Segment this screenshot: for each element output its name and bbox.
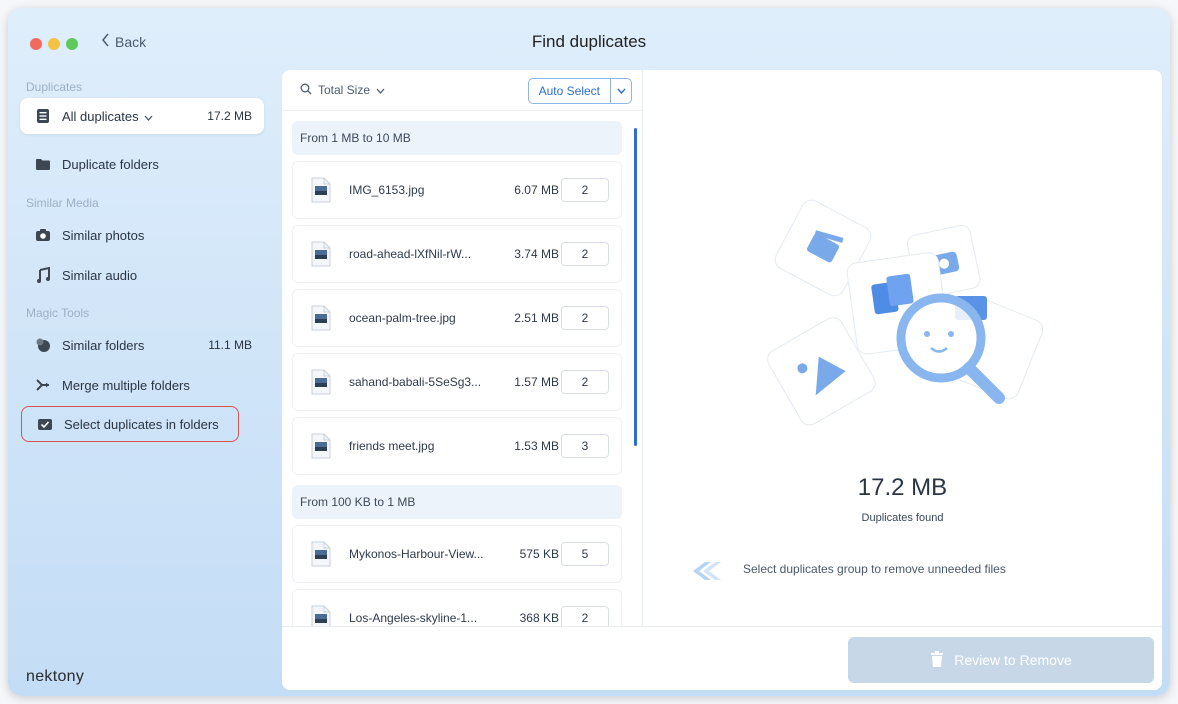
file-name: friends meet.jpg [349, 439, 435, 453]
sidebar-item-label: All duplicates [62, 108, 139, 124]
file-name: road-ahead-lXfNil-rW... [349, 247, 472, 261]
duplicate-count[interactable]: 2 [561, 606, 609, 626]
file-size: 3.74 MB [514, 247, 559, 261]
duplicate-count[interactable]: 3 [561, 434, 609, 458]
sidebar-item-merge-folders[interactable]: Merge multiple folders [20, 367, 264, 403]
chevron-down-icon [616, 88, 626, 94]
review-to-remove-button[interactable]: Review to Remove [848, 637, 1154, 683]
similar-folders-icon [34, 336, 52, 354]
sidebar-item-size: 11.1 MB [208, 338, 252, 352]
duplicate-count[interactable]: 2 [561, 178, 609, 202]
sidebar-item-label: Similar audio [62, 267, 138, 283]
jpg-file-icon [311, 433, 331, 459]
jpg-file-icon [311, 241, 331, 267]
sidebar-item-similar-folders[interactable]: Similar folders 11.1 MB [20, 327, 264, 363]
duplicate-count[interactable]: 2 [561, 242, 609, 266]
duplicates-found-caption: Duplicates found [861, 512, 944, 524]
review-to-remove-label: Review to Remove [954, 652, 1072, 668]
file-row[interactable]: Los-Angeles-skyline-1... 368 KB 2 [292, 589, 622, 626]
file-name: sahand-babali-5SeSg3... [349, 375, 482, 389]
file-size: 368 KB [519, 611, 559, 625]
jpg-file-icon [311, 369, 331, 395]
sidebar-item-duplicate-folders[interactable]: Duplicate folders [20, 146, 264, 182]
file-name: Mykonos-Harbour-View... [349, 547, 484, 561]
sidebar-item-size: 17.2 MB [207, 109, 252, 123]
main-panel: Total Size Auto Select From 1 MB to 10 M… [282, 70, 1162, 690]
folder-icon [34, 155, 52, 173]
sidebar-item-label: Similar photos [62, 227, 145, 243]
file-row[interactable]: Mykonos-Harbour-View... 575 KB 5 [292, 525, 622, 583]
sidebar-item-label: Merge multiple folders [62, 377, 190, 393]
section-duplicates-heading: Duplicates [26, 80, 83, 94]
file-row[interactable]: IMG_6153.jpg 6.07 MB 2 [292, 161, 622, 219]
sort-dropdown[interactable]: Total Size [300, 83, 385, 98]
chevron-down-icon[interactable] [144, 109, 153, 124]
jpg-file-icon [311, 541, 331, 567]
duplicate-count[interactable]: 5 [561, 542, 609, 566]
scrollbar[interactable] [634, 128, 637, 446]
summary-pane: 17.2 MB Duplicates found Select duplicat… [643, 70, 1162, 626]
duplicate-list[interactable]: From 1 MB to 10 MB IMG_6153.jpg 6.07 MB 2 ro… [282, 111, 638, 626]
file-row[interactable]: friends meet.jpg 1.53 MB 3 [292, 417, 622, 475]
chevron-down-icon [376, 83, 385, 97]
auto-select-button[interactable]: Auto Select [529, 79, 611, 103]
sidebar-item-similar-photos[interactable]: Similar photos [20, 217, 264, 253]
duplicate-count[interactable]: 2 [561, 306, 609, 330]
sidebar-item-label: Similar folders [62, 337, 145, 353]
sidebar: Duplicates All duplicates 17.2 MB Duplic… [8, 70, 278, 696]
group-header: From 100 KB to 1 MB [292, 485, 622, 519]
file-row[interactable]: ocean-palm-tree.jpg 2.51 MB 2 [292, 289, 622, 347]
jpg-file-icon [311, 305, 331, 331]
file-size: 1.57 MB [514, 375, 559, 389]
sidebar-item-similar-audio[interactable]: Similar audio [20, 257, 264, 293]
footer-bar: Review to Remove [282, 626, 1162, 690]
app-window: Back Find duplicates Duplicates All dupl… [8, 8, 1170, 696]
file-size: 6.07 MB [514, 183, 559, 197]
file-size: 575 KB [519, 547, 559, 561]
file-name: ocean-palm-tree.jpg [349, 311, 456, 325]
file-size: 2.51 MB [514, 311, 559, 325]
sidebar-item-select-duplicates-in-folders[interactable]: Select duplicates in folders [21, 406, 239, 442]
duplicate-count[interactable]: 2 [561, 370, 609, 394]
duplicates-illustration [767, 199, 1043, 426]
duplicate-list-pane: Total Size Auto Select From 1 MB to 10 M… [282, 70, 643, 626]
window-title: Find duplicates [531, 32, 647, 51]
group-header: From 1 MB to 10 MB [292, 121, 622, 155]
jpg-file-icon [311, 605, 331, 626]
sidebar-item-label: Duplicate folders [62, 156, 159, 172]
total-duplicates-size: 17.2 MB [857, 474, 948, 501]
merge-icon [34, 376, 52, 394]
double-chevron-left-icon [687, 560, 721, 587]
auto-select-dropdown-button[interactable] [611, 79, 631, 103]
jpg-file-icon [311, 177, 331, 203]
camera-icon [34, 226, 52, 244]
file-name: IMG_6153.jpg [349, 183, 425, 197]
file-row[interactable]: sahand-babali-5SeSg3... 1.57 MB 2 [292, 353, 622, 411]
sort-label: Total Size [318, 83, 371, 97]
section-magic-tools-heading: Magic Tools [26, 306, 90, 320]
trash-icon [930, 650, 944, 670]
search-icon [300, 83, 312, 98]
list-toolbar: Total Size Auto Select [282, 70, 642, 111]
selection-hint: Select duplicates group to remove unneed… [743, 562, 1006, 576]
section-similar-media-heading: Similar Media [26, 196, 99, 210]
folder-check-icon [36, 415, 54, 433]
music-note-icon [34, 266, 52, 284]
sidebar-item-all-duplicates[interactable]: All duplicates 17.2 MB [20, 98, 264, 134]
auto-select-control: Auto Select [527, 78, 632, 104]
file-name: Los-Angeles-skyline-1... [349, 611, 478, 625]
brand-logo: nektony [26, 668, 85, 685]
list-document-icon [34, 107, 52, 125]
file-size: 1.53 MB [514, 439, 559, 453]
sidebar-item-label: Select duplicates in folders [64, 416, 219, 432]
titlebar: Back Find duplicates [8, 8, 1170, 70]
file-row[interactable]: road-ahead-lXfNil-rW... 3.74 MB 2 [292, 225, 622, 283]
